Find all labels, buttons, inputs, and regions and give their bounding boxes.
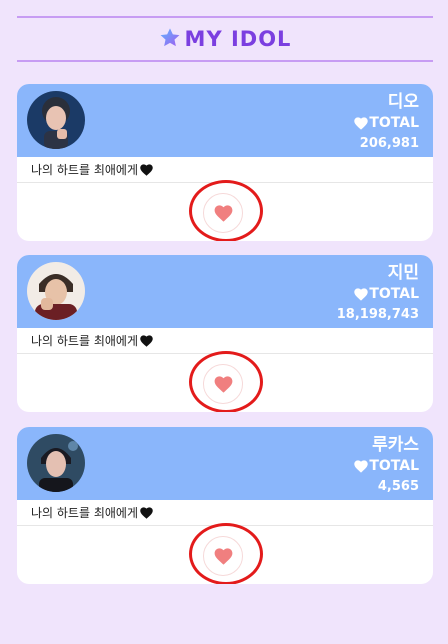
heart-icon: [214, 204, 232, 222]
message-row: 나의 하트를 최애에게: [17, 500, 433, 526]
heart-icon: [214, 375, 232, 393]
heart-icon: [354, 116, 369, 130]
idol-name: 루카스: [372, 435, 419, 455]
heart-icon: [354, 287, 369, 301]
avatar: [27, 434, 85, 492]
message-row: 나의 하트를 최애에게: [17, 157, 433, 183]
total-label: TOTAL: [369, 286, 419, 302]
black-heart-icon: [140, 334, 153, 347]
send-heart-button[interactable]: [203, 364, 243, 404]
total-row: TOTAL: [354, 286, 419, 302]
heart-icon: [214, 547, 232, 565]
idol-name: 지민: [387, 263, 419, 283]
total-row: TOTAL: [354, 115, 419, 131]
heart-icon: [354, 459, 369, 473]
card-header: 루카스 TOTAL 4,565: [17, 427, 433, 500]
heart-count: 4,565: [377, 479, 419, 494]
send-heart-button[interactable]: [203, 536, 243, 576]
black-heart-icon: [140, 506, 153, 519]
page-title: MY IDOL: [184, 27, 292, 51]
idol-card: 루카스 TOTAL 4,565 나의 하트를 최애에게: [17, 427, 433, 584]
star-icon: [160, 28, 179, 47]
total-row: TOTAL: [354, 458, 419, 474]
message-row: 나의 하트를 최애에게: [17, 328, 433, 354]
black-heart-icon: [140, 163, 153, 176]
idol-card: 지민 TOTAL 18,198,743 나의 하트를 최애에게: [17, 255, 433, 412]
send-heart-button[interactable]: [203, 193, 243, 233]
total-label: TOTAL: [369, 458, 419, 474]
message-text: 나의 하트를 최애에게: [31, 506, 138, 520]
card-header: 지민 TOTAL 18,198,743: [17, 255, 433, 328]
total-label: TOTAL: [369, 115, 419, 131]
avatar: [27, 262, 85, 320]
heart-count: 206,981: [359, 136, 419, 151]
idol-card: 디오 TOTAL 206,981 나의 하트를 최애에게: [17, 84, 433, 241]
card-header: 디오 TOTAL 206,981: [17, 84, 433, 157]
avatar: [27, 91, 85, 149]
message-text: 나의 하트를 최애에게: [31, 163, 138, 177]
message-text: 나의 하트를 최애에게: [31, 334, 138, 348]
page-header: MY IDOL: [17, 16, 433, 62]
idol-name: 디오: [387, 92, 419, 112]
heart-count: 18,198,743: [336, 307, 419, 322]
